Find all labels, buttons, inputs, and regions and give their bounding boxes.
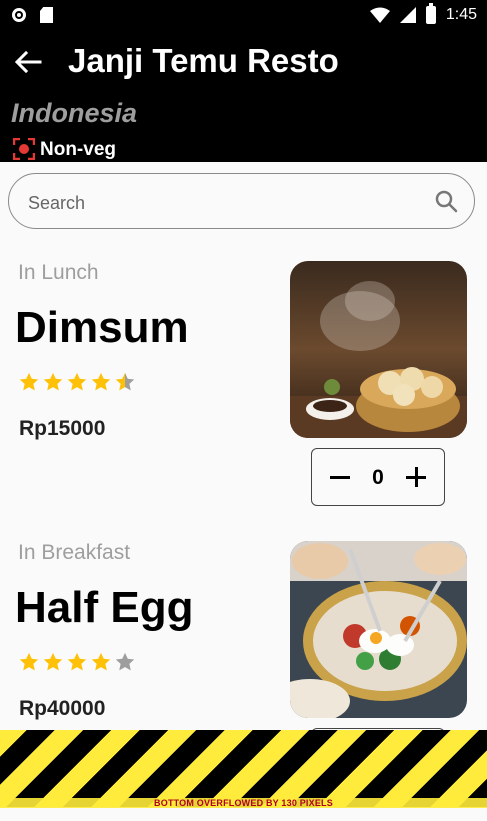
- item-price: Rp40000: [19, 697, 106, 720]
- rating-stars: [18, 651, 136, 673]
- star-icon: [19, 652, 39, 671]
- page-title: Janji Temu Resto: [68, 42, 339, 79]
- increment-button[interactable]: [406, 467, 426, 487]
- back-arrow-icon[interactable]: [14, 50, 42, 74]
- battery-icon: [425, 3, 436, 24]
- non-veg-label: Non-veg: [40, 139, 116, 160]
- item-name: Half Egg: [15, 583, 194, 632]
- menu-item-dimsum[interactable]: In Lunch Dimsum Rp15000 0: [0, 261, 487, 541]
- star-icon: [43, 372, 63, 391]
- app-bar: Janji Temu Resto Indonesia Non-veg: [0, 32, 487, 162]
- search-icon[interactable]: [434, 189, 458, 213]
- star-icon: [67, 372, 87, 391]
- overflow-warning-stripes: [0, 730, 487, 807]
- empty-star-icon: [115, 652, 135, 671]
- search-input[interactable]: [26, 188, 420, 218]
- non-veg-icon: [13, 138, 35, 160]
- half-egg-photo: [290, 541, 467, 718]
- item-name: Dimsum: [15, 303, 189, 352]
- status-bar: 1:45: [0, 0, 487, 32]
- star-icon: [19, 372, 39, 391]
- quantity-stepper: 0: [311, 448, 445, 506]
- wifi-icon: [369, 7, 390, 23]
- star-icon: [43, 652, 63, 671]
- notification-circle-icon: [12, 8, 26, 22]
- item-category: In Lunch: [18, 261, 99, 284]
- status-time: 1:45: [445, 6, 477, 23]
- dimsum-photo: [290, 261, 467, 438]
- rating-stars: [18, 371, 136, 393]
- item-category: In Breakfast: [18, 541, 131, 564]
- star-icon: [67, 652, 87, 671]
- search-bar: [8, 173, 475, 229]
- star-icon: [91, 652, 111, 671]
- star-icon: [91, 372, 111, 391]
- item-price: Rp15000: [19, 417, 106, 440]
- sd-card-icon: [40, 7, 53, 23]
- half-star-icon: [115, 372, 135, 391]
- signal-icon: [399, 7, 416, 23]
- region-subtitle: Indonesia: [11, 98, 138, 128]
